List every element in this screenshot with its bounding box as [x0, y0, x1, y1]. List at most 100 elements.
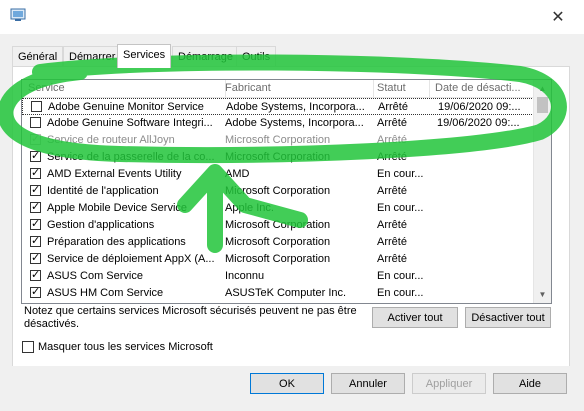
scroll-thumb[interactable]: [537, 97, 548, 113]
service-maker: AMD: [225, 168, 250, 180]
list-item[interactable]: Adobe Genuine Monitor Service Adobe Syste…: [22, 98, 534, 115]
service-name: Service de routeur AllJoyn: [47, 134, 175, 146]
service-disable-date: [437, 166, 537, 183]
service-checkbox[interactable]: [30, 199, 41, 216]
service-checkbox[interactable]: [30, 216, 41, 233]
service-name: Adobe Genuine Monitor Service: [48, 101, 204, 113]
column-header-date[interactable]: Date de désacti...: [429, 80, 533, 97]
service-status: Arrêté: [377, 151, 407, 163]
list-item[interactable]: ASUS Com Service Inconnu En cour...: [22, 267, 537, 285]
note-text: Notez que certains services Microsoft sé…: [24, 305, 357, 330]
service-disable-date: [437, 132, 537, 149]
services-list[interactable]: Service Fabricant Statut Date de désacti…: [21, 79, 552, 304]
list-item[interactable]: Service de routeur AllJoyn Microsoft Corp…: [22, 131, 537, 149]
list-item[interactable]: Apple Mobile Device Service Apple Inc. En …: [22, 199, 537, 217]
service-name: Service de la passerelle de la co...: [47, 151, 215, 163]
service-checkbox[interactable]: [31, 101, 42, 112]
tab-general[interactable]: Général: [12, 46, 64, 67]
service-maker: Microsoft Corporation: [225, 236, 331, 248]
service-checkbox[interactable]: [30, 233, 41, 250]
service-disable-date: [437, 217, 537, 234]
enable-all-button[interactable]: Activer tout: [372, 307, 458, 328]
service-checkbox[interactable]: [30, 267, 41, 284]
service-name: ASUS Com Service: [47, 270, 143, 282]
service-status: Arrêté: [377, 253, 407, 265]
scroll-up-icon[interactable]: ▲: [534, 80, 551, 97]
list-header: Service Fabricant Statut Date de désacti…: [22, 80, 551, 98]
service-status: En cour...: [377, 202, 424, 214]
scroll-down-icon[interactable]: ▼: [534, 286, 551, 303]
service-status: Arrêté: [378, 101, 408, 113]
service-status: Arrêté: [377, 185, 407, 197]
service-name: Gestion d'applications: [47, 219, 155, 231]
service-maker: ASUSTeK Computer Inc.: [225, 287, 347, 299]
service-checkbox[interactable]: [30, 250, 41, 267]
service-maker: Microsoft Corporation: [225, 253, 331, 265]
service-checkbox[interactable]: [30, 117, 41, 128]
service-checkbox[interactable]: [30, 284, 41, 301]
service-checkbox[interactable]: [30, 165, 41, 182]
service-status: Arrêté: [377, 236, 407, 248]
hide-microsoft-services-checkbox[interactable]: [22, 341, 34, 353]
list-item[interactable]: AMD External Events Utility AMD En cour...: [22, 165, 537, 183]
cancel-button[interactable]: Annuler: [331, 373, 405, 394]
service-name: Identité de l'application: [47, 185, 159, 197]
list-item[interactable]: Service de déploiement AppX (A... Microso…: [22, 250, 537, 268]
service-name: ASUS HM Com Service: [47, 287, 164, 299]
service-maker: Microsoft Corporation: [225, 219, 331, 231]
ok-button[interactable]: OK: [250, 373, 324, 394]
service-disable-date: 19/06/2020 09:...: [437, 117, 520, 129]
service-disable-date: [437, 200, 537, 217]
service-checkbox: [30, 131, 41, 148]
tab-outils[interactable]: Outils: [236, 46, 277, 67]
tab-demarrer[interactable]: Démarrer: [63, 46, 122, 67]
service-disable-date: [437, 251, 537, 268]
service-checkbox[interactable]: [30, 148, 41, 165]
service-name: Service de déploiement AppX (A...: [47, 253, 215, 265]
service-status: Arrêté: [377, 134, 407, 146]
service-disable-date: [437, 234, 537, 251]
vertical-scrollbar[interactable]: ▲ ▼: [533, 80, 551, 303]
service-maker: Microsoft Corporation: [225, 151, 331, 163]
tab-demarrage[interactable]: Démarrage: [172, 46, 240, 67]
service-maker: Apple Inc.: [225, 202, 274, 214]
service-name: Adobe Genuine Software Integri...: [47, 117, 213, 129]
service-name: Apple Mobile Device Service: [47, 202, 188, 214]
service-maker: Adobe Systems, Incorpora...: [225, 117, 364, 129]
service-status: Arrêté: [377, 219, 407, 231]
service-checkbox[interactable]: [30, 182, 41, 199]
dialog-footer: OK Annuler Appliquer Aide: [0, 366, 584, 411]
system-configuration-window: ✕ Général Démarrer Services Démarrage Ou…: [0, 0, 584, 411]
service-name: AMD External Events Utility: [47, 168, 182, 180]
list-item[interactable]: Gestion d'applications Microsoft Corporat…: [22, 216, 537, 234]
column-header-fabricant[interactable]: Fabricant: [219, 80, 374, 97]
list-item[interactable]: Service de la passerelle de la co... Micr…: [22, 148, 537, 166]
service-status: En cour...: [377, 270, 424, 282]
close-button[interactable]: ✕: [548, 8, 568, 28]
title-bar: ✕: [0, 0, 584, 34]
service-name: Préparation des applications: [47, 236, 186, 248]
service-disable-date: [437, 268, 537, 285]
service-maker: Adobe Systems, Incorpora...: [226, 101, 365, 113]
tab-services[interactable]: Services: [117, 44, 172, 68]
column-header-statut[interactable]: Statut: [371, 80, 430, 97]
service-disable-date: [437, 149, 537, 166]
list-item[interactable]: ASUS HM Com Service ASUSTeK Computer Inc.…: [22, 284, 534, 302]
hide-microsoft-services-label: Masquer tous les services Microsoft: [38, 341, 213, 353]
service-maker: Inconnu: [225, 270, 265, 282]
system-configuration-icon: [10, 8, 26, 21]
service-status: En cour...: [377, 287, 424, 299]
service-maker: Microsoft Corporation: [225, 185, 331, 197]
disable-all-button[interactable]: Désactiver tout: [465, 307, 551, 328]
list-item[interactable]: Adobe Genuine Software Integri... Adobe S…: [22, 115, 534, 132]
service-disable-date: [437, 183, 537, 200]
service-maker: Microsoft Corporation: [225, 134, 331, 146]
column-header-service[interactable]: Service: [22, 80, 226, 97]
service-status: En cour...: [377, 168, 424, 180]
service-disable-date: 19/06/2020 09:...: [438, 101, 521, 113]
help-button[interactable]: Aide: [493, 373, 567, 394]
service-status: Arrêté: [377, 117, 407, 129]
list-item[interactable]: Préparation des applications Microsoft Co…: [22, 233, 537, 251]
apply-button[interactable]: Appliquer: [412, 373, 486, 394]
list-item[interactable]: Identité de l'application Microsoft Corpo…: [22, 182, 537, 200]
